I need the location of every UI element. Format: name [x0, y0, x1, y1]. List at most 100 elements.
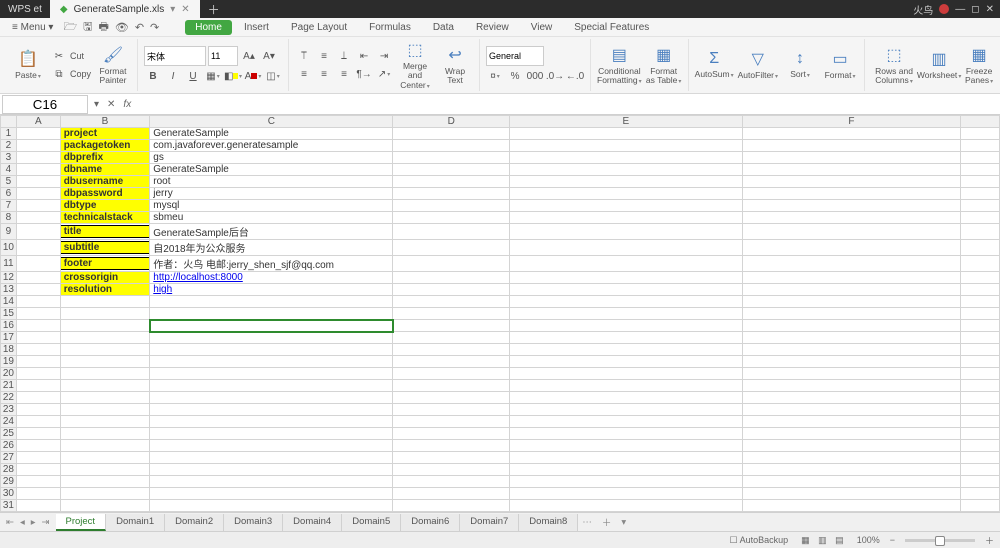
- ltr-icon[interactable]: ¶→: [355, 66, 373, 82]
- align-middle-icon[interactable]: ≡: [315, 48, 333, 64]
- cell-D29[interactable]: [393, 476, 510, 488]
- cell-G17[interactable]: [960, 332, 999, 344]
- cell-G7[interactable]: [960, 200, 999, 212]
- sheet-list-icon[interactable]: ▾: [617, 517, 630, 528]
- cell-F31[interactable]: [742, 500, 960, 512]
- paste-button[interactable]: 📋Paste: [10, 49, 46, 81]
- qat-redo-icon[interactable]: ↷: [150, 21, 159, 34]
- row-header-6[interactable]: 6: [1, 188, 17, 200]
- col-header-E[interactable]: E: [510, 116, 743, 128]
- cell-G18[interactable]: [960, 344, 999, 356]
- cell-A9[interactable]: [16, 224, 60, 240]
- cell-F8[interactable]: [742, 212, 960, 224]
- cell-F13[interactable]: [742, 284, 960, 296]
- cell-D12[interactable]: [393, 272, 510, 284]
- sheet-tab-domain1[interactable]: Domain1: [106, 514, 165, 531]
- row-header-4[interactable]: 4: [1, 164, 17, 176]
- cell-F23[interactable]: [742, 404, 960, 416]
- cell-A21[interactable]: [16, 380, 60, 392]
- comma-icon[interactable]: 000: [526, 68, 544, 84]
- cell-D5[interactable]: [393, 176, 510, 188]
- minimize-icon[interactable]: —: [955, 4, 965, 15]
- ribbon-tab-page-layout[interactable]: Page Layout: [281, 20, 357, 35]
- rows-columns-button[interactable]: ⬚Rows and Columns: [871, 45, 917, 86]
- app-tab[interactable]: WPS et: [0, 4, 50, 15]
- font-name-input[interactable]: [144, 46, 206, 66]
- cell-C26[interactable]: [150, 440, 393, 452]
- file-tab-menu-icon[interactable]: ▾: [170, 4, 175, 15]
- cell-G31[interactable]: [960, 500, 999, 512]
- cell-A28[interactable]: [16, 464, 60, 476]
- formula-input[interactable]: [135, 96, 1000, 113]
- cell-A4[interactable]: [16, 164, 60, 176]
- cell-B16[interactable]: [60, 320, 150, 332]
- row-header-15[interactable]: 15: [1, 308, 17, 320]
- fx-icon[interactable]: fx: [119, 99, 135, 110]
- cell-E31[interactable]: [510, 500, 743, 512]
- cell-D15[interactable]: [393, 308, 510, 320]
- row-header-25[interactable]: 25: [1, 428, 17, 440]
- cell-D30[interactable]: [393, 488, 510, 500]
- cell-B5[interactable]: dbusername: [60, 176, 150, 188]
- cell-E29[interactable]: [510, 476, 743, 488]
- cell-B28[interactable]: [60, 464, 150, 476]
- cell-G14[interactable]: [960, 296, 999, 308]
- cell-E7[interactable]: [510, 200, 743, 212]
- cell-C32[interactable]: [150, 512, 393, 513]
- cell-D25[interactable]: [393, 428, 510, 440]
- sheet-nav-next-icon[interactable]: ▸: [29, 517, 38, 528]
- number-format-select[interactable]: [486, 46, 544, 66]
- sheet-tab-domain7[interactable]: Domain7: [460, 514, 519, 531]
- cell-E23[interactable]: [510, 404, 743, 416]
- format-painter-button[interactable]: 🖌Format Painter: [95, 45, 131, 86]
- cell-D22[interactable]: [393, 392, 510, 404]
- cell-C16[interactable]: [150, 320, 393, 332]
- cell-C4[interactable]: GenerateSample: [150, 164, 393, 176]
- ribbon-tab-special-features[interactable]: Special Features: [564, 20, 659, 35]
- cell-E10[interactable]: [510, 240, 743, 256]
- col-header-extra[interactable]: [960, 116, 999, 128]
- cell-B22[interactable]: [60, 392, 150, 404]
- underline-button[interactable]: U: [184, 68, 202, 84]
- cell-F10[interactable]: [742, 240, 960, 256]
- cell-G13[interactable]: [960, 284, 999, 296]
- sheet-nav-prev-icon[interactable]: ◂: [18, 517, 27, 528]
- row-header-27[interactable]: 27: [1, 452, 17, 464]
- row-header-31[interactable]: 31: [1, 500, 17, 512]
- cell-E17[interactable]: [510, 332, 743, 344]
- cell-D18[interactable]: [393, 344, 510, 356]
- cell-C21[interactable]: [150, 380, 393, 392]
- col-header-F[interactable]: F: [742, 116, 960, 128]
- sheet-tab-domain8[interactable]: Domain8: [519, 514, 578, 531]
- cell-B21[interactable]: [60, 380, 150, 392]
- row-header-24[interactable]: 24: [1, 416, 17, 428]
- wrap-text-button[interactable]: ↩Wrap Text: [437, 45, 473, 86]
- row-header-30[interactable]: 30: [1, 488, 17, 500]
- cell-B11[interactable]: footer: [60, 256, 150, 272]
- cell-F17[interactable]: [742, 332, 960, 344]
- cell-C18[interactable]: [150, 344, 393, 356]
- cell-E14[interactable]: [510, 296, 743, 308]
- autofilter-button[interactable]: ▽AutoFilter: [738, 49, 778, 81]
- name-box[interactable]: [2, 95, 88, 114]
- cell-A11[interactable]: [16, 256, 60, 272]
- cell-E28[interactable]: [510, 464, 743, 476]
- merge-center-button[interactable]: ⬚Merge and Center: [397, 40, 433, 90]
- cell-B6[interactable]: dbpassword: [60, 188, 150, 200]
- cell-G25[interactable]: [960, 428, 999, 440]
- cell-E25[interactable]: [510, 428, 743, 440]
- cell-F12[interactable]: [742, 272, 960, 284]
- cell-A20[interactable]: [16, 368, 60, 380]
- cell-A32[interactable]: [16, 512, 60, 513]
- cell-G22[interactable]: [960, 392, 999, 404]
- row-header-12[interactable]: 12: [1, 272, 17, 284]
- cell-A25[interactable]: [16, 428, 60, 440]
- notification-icon[interactable]: [939, 4, 949, 14]
- currency-icon[interactable]: ¤: [486, 68, 504, 84]
- cell-D10[interactable]: [393, 240, 510, 256]
- cell-E20[interactable]: [510, 368, 743, 380]
- cell-C7[interactable]: mysql: [150, 200, 393, 212]
- cell-E26[interactable]: [510, 440, 743, 452]
- sheet-tab-domain6[interactable]: Domain6: [401, 514, 460, 531]
- cell-F2[interactable]: [742, 140, 960, 152]
